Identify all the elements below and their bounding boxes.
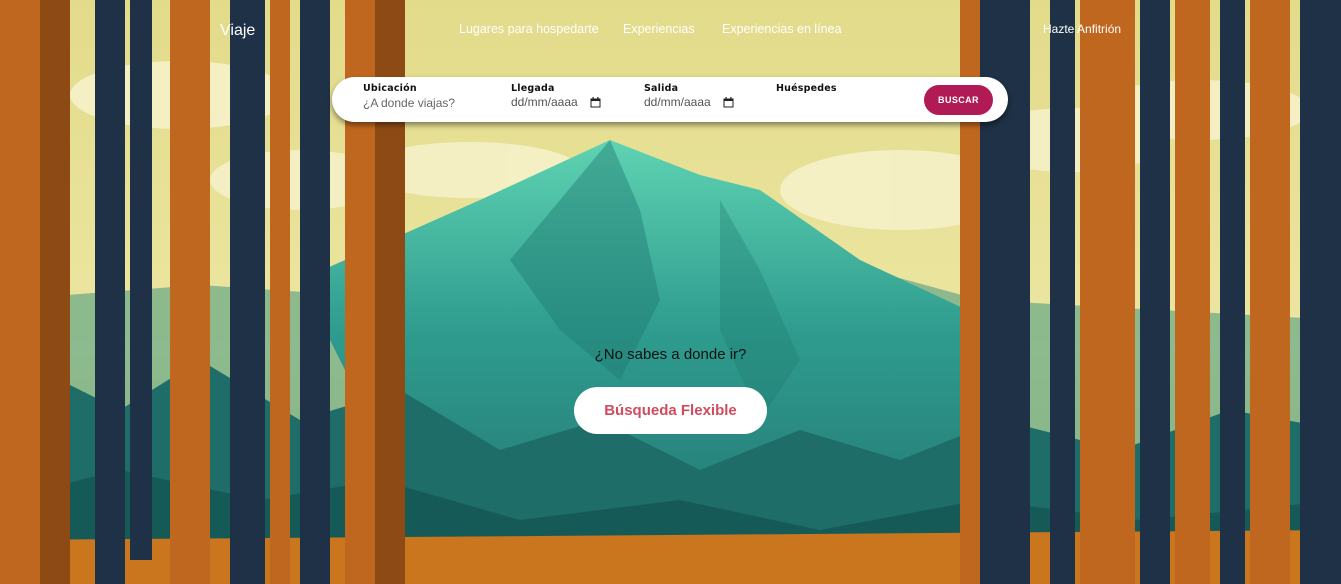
checkout-label: Salida [644,83,679,94]
nav-link-experiencias[interactable]: Experiencias [623,22,695,36]
checkout-date-input[interactable]: dd/mm/aaaa [644,95,734,109]
checkin-date-value: dd/mm/aaaa [511,95,578,109]
calendar-icon[interactable] [723,96,734,108]
host-link[interactable]: Hazte Anfitrión [1043,22,1121,36]
nav-link-experiencias-en-linea[interactable]: Experiencias en línea [722,22,842,36]
checkin-date-input[interactable]: dd/mm/aaaa [511,95,601,109]
brand-logo-link[interactable]: Viaje [220,22,255,40]
checkout-field[interactable]: Salida dd/mm/aaaa [644,83,734,109]
checkin-field[interactable]: Llegada dd/mm/aaaa [511,83,601,109]
nav-link-lugares[interactable]: Lugares para hospedarte [459,22,599,36]
search-bar: Ubicación ¿A donde viajas? Llegada dd/mm… [332,77,1008,122]
search-button[interactable]: BUSCAR [924,85,993,115]
location-label: Ubicación [363,83,417,94]
checkout-date-value: dd/mm/aaaa [644,95,711,109]
calendar-icon[interactable] [590,96,601,108]
checkin-label: Llegada [511,83,555,94]
guests-label: Huéspedes [776,83,837,94]
guests-field[interactable]: Huéspedes [776,83,837,94]
location-input[interactable]: ¿A donde viajas? [363,96,455,110]
hero-prompt: ¿No sabes a donde ir? [594,346,747,363]
location-field[interactable]: Ubicación ¿A donde viajas? [363,83,455,110]
flexible-search-button[interactable]: Búsqueda Flexible [574,387,767,434]
top-navigation: Viaje Lugares para hospedarte Experienci… [0,0,1341,60]
